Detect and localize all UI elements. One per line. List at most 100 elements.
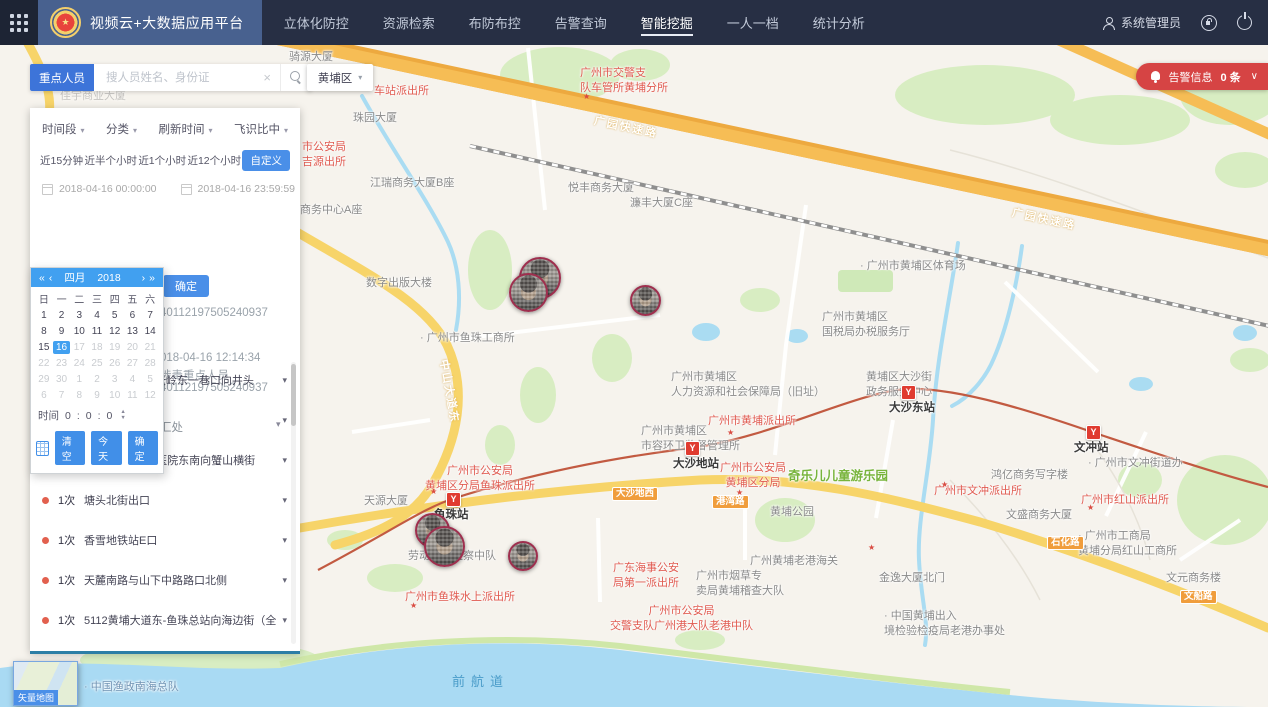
quick-range-button[interactable]: 自定义	[242, 150, 290, 171]
calendar-day[interactable]: 25	[88, 357, 106, 370]
clear-icon[interactable]: ×	[258, 70, 276, 85]
menu-item[interactable]: 一人一档	[727, 9, 779, 36]
security-settings-icon[interactable]	[1201, 15, 1217, 31]
metro-station[interactable]: Y 大沙东站	[901, 385, 916, 400]
calendar-day[interactable]: 8	[35, 325, 53, 338]
calendar-day[interactable]: 6	[35, 389, 53, 402]
calendar-day[interactable]: 3	[106, 373, 124, 386]
end-date-field[interactable]: 2018-04-16 23:59:59	[181, 183, 296, 195]
calendar-day[interactable]: 8	[70, 389, 88, 402]
start-date-field[interactable]: 2018-04-16 00:00:00	[42, 183, 157, 195]
caret-down-icon[interactable]: ▾	[282, 535, 287, 546]
quick-range-button[interactable]: 近12个小时	[187, 153, 241, 168]
prev-year-button[interactable]: «	[37, 272, 47, 284]
calendar-day[interactable]: 9	[53, 325, 71, 338]
calendar-day[interactable]: 20	[124, 341, 142, 354]
calendar-day[interactable]: 3	[70, 309, 88, 322]
calendar-day[interactable]: 27	[124, 357, 142, 370]
metro-station[interactable]: Y 鱼珠站	[446, 492, 461, 507]
apps-grid-button[interactable]	[0, 0, 38, 45]
calendar-day[interactable]: 26	[106, 357, 124, 370]
quick-range-button[interactable]: 近15分钟	[40, 153, 83, 168]
calendar-day[interactable]: 1	[70, 373, 88, 386]
calendar-day[interactable]: 13	[124, 325, 142, 338]
calendar-day[interactable]: 11	[124, 389, 142, 402]
calendar-grid-icon[interactable]	[36, 441, 49, 456]
calendar-day[interactable]: 2	[53, 309, 71, 322]
confirm-button[interactable]: 确定	[163, 275, 209, 297]
ok-button[interactable]: 确定	[128, 431, 158, 465]
caret-down-icon[interactable]: ▾	[282, 375, 287, 386]
clear-button[interactable]: 清空	[55, 431, 85, 465]
search-input[interactable]	[104, 71, 258, 85]
face-marker[interactable]	[509, 273, 548, 312]
time-spinner[interactable]: ▲ ▼	[120, 410, 125, 421]
menu-item[interactable]: 立体化防控	[284, 9, 349, 36]
district-dropdown[interactable]: 黄埔区 ▾	[307, 64, 373, 91]
calendar-day[interactable]: 16	[53, 341, 71, 354]
minimap[interactable]: 矢量地图	[13, 661, 78, 706]
scrollbar-thumb[interactable]	[291, 364, 296, 426]
quick-range-button[interactable]: 近1个小时	[138, 153, 186, 168]
calendar-day[interactable]: 21	[141, 341, 159, 354]
filter-dropdown[interactable]: 飞识比中▾	[234, 121, 288, 137]
calendar-day[interactable]: 12	[106, 325, 124, 338]
face-marker[interactable]	[508, 541, 538, 571]
calendar-day[interactable]: 22	[35, 357, 53, 370]
list-item[interactable]: 1次 塘头北街出口 ▾	[30, 480, 300, 520]
user-menu[interactable]: 系统管理员	[1103, 14, 1181, 31]
face-marker[interactable]	[424, 526, 465, 567]
caret-down-icon[interactable]: ▾	[282, 615, 287, 626]
menu-item[interactable]: 告警查询	[555, 9, 607, 36]
calendar-month[interactable]: 四月	[64, 270, 85, 285]
menu-item[interactable]: 布防布控	[469, 9, 521, 36]
calendar-day[interactable]: 15	[35, 341, 53, 354]
caret-down-icon[interactable]: ▾	[282, 455, 287, 466]
list-item[interactable]: 1次 香雪地铁站E口 ▾	[30, 520, 300, 560]
calendar-day[interactable]: 29	[35, 373, 53, 386]
calendar-day[interactable]: 24	[70, 357, 88, 370]
calendar-day[interactable]: 9	[88, 389, 106, 402]
filter-dropdown[interactable]: 刷新时间▾	[158, 121, 212, 137]
calendar-day[interactable]: 30	[53, 373, 71, 386]
prev-month-button[interactable]: ‹	[47, 272, 55, 284]
calendar-day[interactable]: 7	[53, 389, 71, 402]
calendar-day[interactable]: 10	[106, 389, 124, 402]
calendar-day[interactable]: 2	[88, 373, 106, 386]
list-item[interactable]: 1次 5112黄埔大道东-鱼珠总站向海边街（全） ▾	[30, 600, 300, 640]
menu-item[interactable]: 智能挖掘	[641, 9, 693, 36]
calendar-day[interactable]: 1	[35, 309, 53, 322]
metro-station[interactable]: Y 文冲站	[1086, 425, 1101, 440]
hour-value[interactable]: 0	[65, 410, 71, 422]
caret-down-icon[interactable]: ▾	[282, 575, 287, 586]
spin-down-icon[interactable]: ▼	[120, 416, 125, 422]
filter-dropdown[interactable]: 时间段▾	[42, 121, 85, 137]
calendar-day[interactable]: 17	[70, 341, 88, 354]
calendar-day[interactable]: 5	[106, 309, 124, 322]
calendar-day[interactable]: 5	[141, 373, 159, 386]
menu-item[interactable]: 统计分析	[813, 9, 865, 36]
calendar-day[interactable]: 19	[106, 341, 124, 354]
caret-down-icon[interactable]: ▾	[282, 415, 287, 426]
list-scrollbar[interactable]	[291, 362, 296, 644]
chevron-down-icon[interactable]: ∨	[1251, 71, 1258, 82]
calendar-year[interactable]: 2018	[97, 272, 120, 284]
today-button[interactable]: 今天	[91, 431, 121, 465]
calendar-day[interactable]: 28	[141, 357, 159, 370]
caret-down-icon[interactable]: ▾	[282, 495, 287, 506]
calendar-day[interactable]: 23	[53, 357, 71, 370]
calendar-day[interactable]: 11	[88, 325, 106, 338]
calendar-day[interactable]: 6	[124, 309, 142, 322]
next-month-button[interactable]: ›	[140, 272, 148, 284]
calendar-day[interactable]: 18	[88, 341, 106, 354]
calendar-day[interactable]: 4	[124, 373, 142, 386]
second-value[interactable]: 0	[107, 410, 113, 422]
power-icon[interactable]	[1237, 15, 1252, 30]
quick-range-button[interactable]: 近半个小时	[85, 153, 138, 168]
list-item[interactable]: 1次 天麓南路与山下中路路口北侧 ▾	[30, 560, 300, 600]
metro-station[interactable]: Y 大沙地站	[685, 441, 700, 456]
alert-pill[interactable]: 告警信息 0 条 ∨	[1136, 63, 1268, 90]
minute-value[interactable]: 0	[86, 410, 92, 422]
face-marker[interactable]	[630, 285, 661, 316]
tab-key-persons[interactable]: 重点人员	[30, 64, 94, 91]
